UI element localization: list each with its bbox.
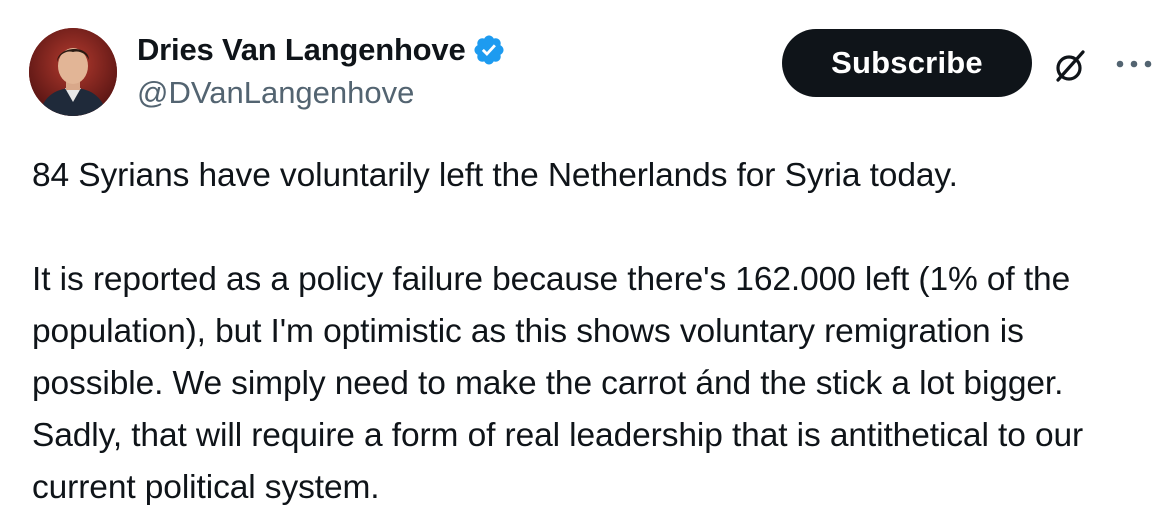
subscribe-button[interactable]: Subscribe (782, 29, 1032, 97)
author-name-row: Dries Van Langenhove (137, 30, 506, 70)
more-options-icon[interactable] (1112, 52, 1156, 76)
tweet: Dries Van Langenhove @DVanLangenhove Sub… (0, 0, 1172, 526)
grok-icon[interactable] (1050, 46, 1090, 86)
verified-badge-icon[interactable] (472, 33, 506, 67)
author-display-name[interactable]: Dries Van Langenhove (137, 32, 466, 68)
author-handle[interactable]: @DVanLangenhove (137, 75, 414, 111)
tweet-text: 84 Syrians have voluntarily left the Net… (32, 157, 1084, 506)
avatar[interactable] (29, 28, 117, 116)
avatar-image (29, 28, 117, 116)
